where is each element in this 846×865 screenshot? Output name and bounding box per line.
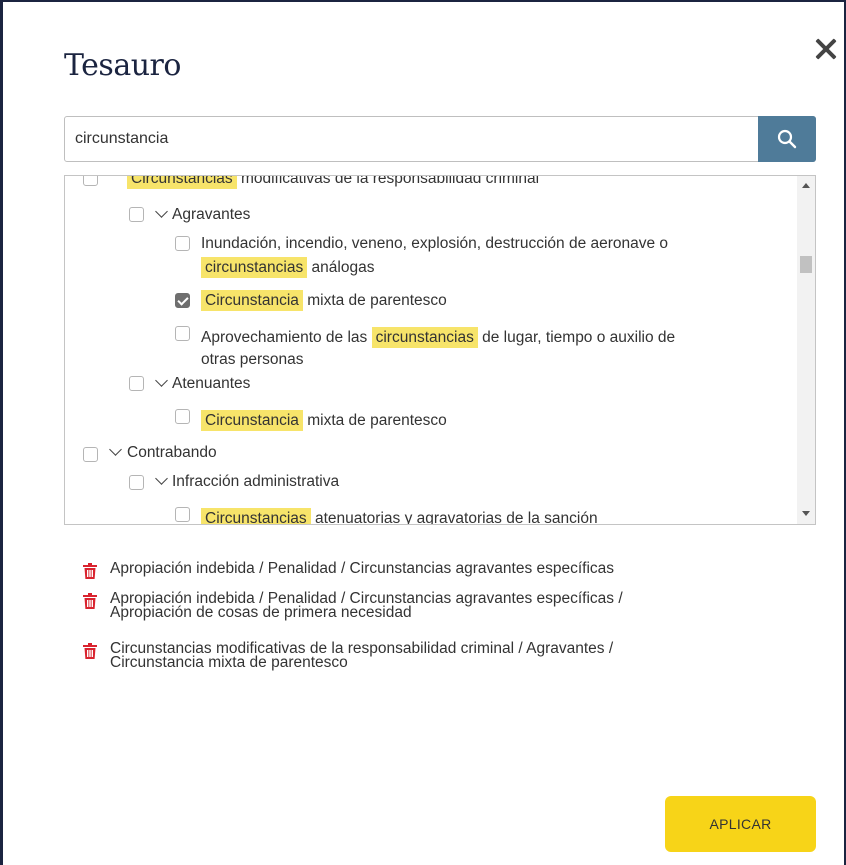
scroll-up-icon[interactable] — [802, 183, 810, 188]
tree-item-agravantes[interactable]: Agravantes — [129, 203, 729, 227]
tree-checkbox[interactable] — [83, 176, 98, 186]
selected-term: Apropiación indebida / Penalidad / Circu… — [83, 560, 783, 580]
dialog-border — [0, 0, 3, 865]
selected-term: Apropiación indebida / Penalidad / Circu… — [83, 591, 783, 624]
search-icon — [777, 129, 797, 149]
apply-button[interactable]: APLICAR — [665, 796, 816, 852]
tree-checkbox[interactable] — [83, 447, 98, 462]
search-button[interactable] — [758, 116, 816, 162]
tree-item[interactable]: Aprovechamiento de las circunstancias de… — [175, 326, 775, 376]
search-highlight: Circunstancias — [201, 508, 311, 524]
tree-item-atenuantes[interactable]: Atenuantes — [129, 372, 729, 396]
close-icon[interactable] — [812, 36, 840, 64]
search-highlight: Circunstancia — [201, 410, 303, 431]
tree-item-infraccion[interactable]: Infracción administrativa — [129, 470, 729, 494]
thesaurus-tree: Circunstancias modificativas de la respo… — [64, 175, 816, 525]
chevron-down-icon[interactable] — [109, 443, 122, 456]
chevron-down-icon[interactable] — [155, 472, 168, 485]
selected-term-line: Apropiación de cosas de primera necesida… — [110, 604, 412, 621]
trash-icon[interactable] — [83, 563, 97, 579]
search-highlight: circunstancias — [371, 327, 478, 348]
tree-item-label: Inundación, incendio, veneno, explosión,… — [201, 235, 669, 252]
tree-checkbox[interactable] — [129, 376, 144, 391]
search-input[interactable] — [65, 117, 757, 161]
tree-item-label: mixta de parentesco — [302, 292, 447, 309]
tree-item[interactable]: Circunstancia mixta de parentesco — [175, 289, 775, 313]
chevron-down-icon[interactable] — [155, 374, 168, 387]
dialog-title: Tesauro — [64, 48, 181, 83]
search-highlight: Circunstancias — [127, 176, 237, 189]
tree-checkbox[interactable] — [129, 207, 144, 222]
tree-item[interactable]: Circunstancias modificativas de la respo… — [81, 176, 781, 191]
tree-item-label: análogas — [307, 259, 375, 276]
thesaurus-dialog: Tesauro Circunstancias modificativas de … — [0, 0, 846, 865]
tree-item-label: Aprovechamiento de las — [201, 329, 372, 346]
tree-item-label: Atenuantes — [172, 375, 251, 392]
selected-term-path: Apropiación indebida / Penalidad / Circu… — [110, 591, 623, 621]
tree-checkbox[interactable] — [175, 507, 190, 522]
search-box — [64, 116, 816, 162]
tree-item-label: Agravantes — [172, 206, 251, 223]
tree-item-label: de lugar, tiempo o auxilio de — [477, 329, 676, 346]
tree-item[interactable]: Circunstancias atenuatorias y agravatori… — [175, 507, 775, 525]
dialog-border — [0, 0, 846, 2]
tree-checkbox[interactable] — [129, 475, 144, 490]
selected-term: Circunstancias modificativas de la respo… — [83, 641, 783, 674]
selected-term-path: Apropiación indebida / Penalidad / Circu… — [110, 560, 615, 577]
search-highlight: circunstancias — [201, 257, 308, 278]
tree-item[interactable]: Circunstancia mixta de parentesco — [175, 409, 775, 433]
tree-item-contrabando[interactable]: Contrabando — [83, 441, 683, 465]
tree-scrollbar[interactable] — [797, 176, 815, 524]
chevron-down-icon[interactable] — [155, 205, 168, 218]
tree-item[interactable]: Inundación, incendio, veneno, explosión,… — [175, 232, 775, 282]
tree-checkbox-checked[interactable] — [175, 293, 190, 308]
selected-term-path: Circunstancias modificativas de la respo… — [110, 641, 613, 671]
tree-checkbox[interactable] — [175, 236, 190, 251]
selected-term-line: Apropiación indebida / Penalidad / Circu… — [110, 560, 615, 577]
selected-term-line: Circunstancia mixta de parentesco — [110, 654, 348, 671]
trash-icon[interactable] — [83, 593, 97, 609]
scroll-down-icon[interactable] — [802, 511, 810, 516]
tree-item-label: otras personas — [201, 351, 304, 368]
tree-item-label: mixta de parentesco — [302, 412, 447, 429]
tree-item-label: modificativas de la responsabilidad crim… — [236, 176, 540, 187]
tree-item-label: atenuatorias y agravatorias de la sanció… — [310, 510, 598, 525]
search-highlight: Circunstancia — [201, 290, 303, 311]
tree-checkbox[interactable] — [175, 326, 190, 341]
tree-item-label: Contrabando — [127, 444, 217, 461]
tree-checkbox[interactable] — [175, 409, 190, 424]
tree-scroll-area[interactable]: Circunstancias modificativas de la respo… — [65, 176, 795, 525]
scrollbar-thumb[interactable] — [800, 256, 812, 273]
trash-icon[interactable] — [83, 643, 97, 659]
tree-item-label: Infracción administrativa — [172, 473, 340, 490]
